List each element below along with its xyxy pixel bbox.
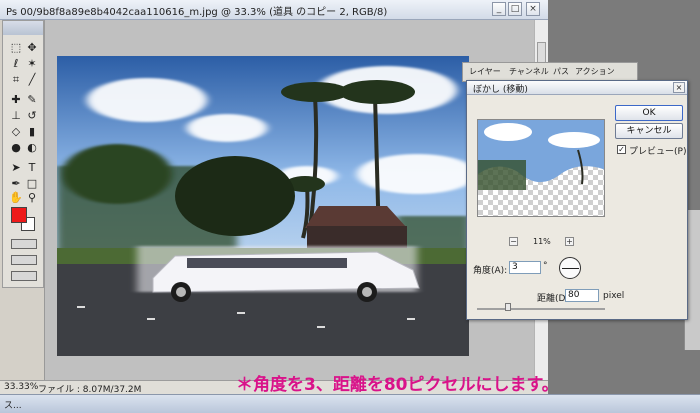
photoshop-window: Ps 00/9b8f8a89e8b4042caa110616_m.jpg @ 3… bbox=[0, 0, 700, 413]
tab-layers[interactable]: レイヤー bbox=[469, 66, 501, 77]
angle-input[interactable]: 3 bbox=[509, 261, 541, 274]
status-zoom: 33.33% bbox=[4, 382, 39, 392]
dialog-title: ぼかし (移動) bbox=[473, 85, 528, 95]
zoom-out-button[interactable]: − bbox=[509, 237, 518, 246]
preview-zoom-value: 11% bbox=[533, 237, 551, 246]
blur-tool-icon[interactable]: ● bbox=[9, 141, 23, 155]
path-select-icon[interactable]: ➤ bbox=[9, 161, 23, 175]
stamp-tool-icon[interactable]: ⊥ bbox=[9, 109, 23, 123]
imageready-button[interactable] bbox=[11, 271, 37, 281]
image-canvas[interactable] bbox=[57, 56, 469, 356]
zoom-in-button[interactable]: + bbox=[565, 237, 574, 246]
history-brush-icon[interactable]: ↺ bbox=[25, 109, 39, 123]
hand-tool-icon[interactable]: ✋ bbox=[9, 191, 23, 205]
angle-dial[interactable] bbox=[559, 257, 581, 279]
distance-input[interactable]: 80 bbox=[565, 289, 599, 302]
preview-image bbox=[478, 120, 604, 216]
quick-mask-button[interactable] bbox=[11, 239, 37, 249]
dodge-tool-icon[interactable]: ◐ bbox=[25, 141, 39, 155]
zoom-tool-icon[interactable]: ⚲ bbox=[25, 191, 39, 205]
cancel-button[interactable]: キャンセル bbox=[615, 123, 683, 139]
slice-tool-icon[interactable]: ╱ bbox=[25, 73, 39, 87]
tab-actions[interactable]: アクション bbox=[575, 66, 615, 77]
distance-slider-thumb[interactable] bbox=[505, 303, 511, 311]
document-titlebar: Ps 00/9b8f8a89e8b4042caa110616_m.jpg @ 3… bbox=[0, 0, 548, 20]
instruction-caption: ＊角度を3、距離を80ピクセルにします。 bbox=[236, 375, 559, 395]
magic-wand-icon[interactable]: ✶ bbox=[25, 57, 39, 71]
dialog-titlebar[interactable]: ぼかし (移動) × bbox=[467, 81, 687, 95]
foreground-color-swatch[interactable] bbox=[11, 207, 27, 223]
tab-channels[interactable]: チャンネル bbox=[509, 66, 549, 77]
preview-checkbox[interactable]: ✓ bbox=[617, 145, 626, 154]
healing-brush-icon[interactable]: ✚ bbox=[9, 93, 23, 107]
pen-tool-icon[interactable]: ✒ bbox=[9, 177, 23, 191]
blur-preview[interactable] bbox=[477, 119, 605, 217]
taskbar: ス... bbox=[0, 394, 700, 413]
angle-dial-indicator bbox=[562, 268, 579, 269]
taskbar-item[interactable]: ス... bbox=[4, 398, 22, 411]
shape-tool-icon[interactable]: □ bbox=[25, 177, 39, 191]
tab-paths[interactable]: パス bbox=[553, 66, 569, 77]
gradient-tool-icon[interactable]: ▮ bbox=[25, 125, 39, 139]
brush-tool-icon[interactable]: ✎ bbox=[25, 93, 39, 107]
distance-slider-track[interactable] bbox=[477, 308, 605, 310]
minimize-button[interactable]: _ bbox=[492, 2, 506, 16]
type-tool-icon[interactable]: T bbox=[25, 161, 39, 175]
move-tool-icon[interactable]: ✥ bbox=[25, 41, 39, 55]
tools-palette-header[interactable] bbox=[3, 21, 43, 35]
crop-tool-icon[interactable]: ⌗ bbox=[9, 73, 23, 87]
screen-mode-button[interactable] bbox=[11, 255, 37, 265]
document-title: Ps 00/9b8f8a89e8b4042caa110616_m.jpg @ 3… bbox=[6, 7, 388, 18]
angle-unit: ° bbox=[543, 261, 548, 271]
lasso-tool-icon[interactable]: ℓ bbox=[9, 57, 23, 71]
dialog-close-icon[interactable]: × bbox=[673, 82, 685, 93]
preview-checkbox-label: プレビュー(P) bbox=[629, 147, 687, 157]
distance-unit: pixel bbox=[603, 291, 625, 301]
ok-button[interactable]: OK bbox=[615, 105, 683, 121]
eraser-tool-icon[interactable]: ◇ bbox=[9, 125, 23, 139]
angle-label: 角度(A): bbox=[473, 266, 508, 276]
marquee-tool-icon[interactable]: ⬚ bbox=[9, 41, 23, 55]
tools-palette: ⬚ ✥ ℓ ✶ ⌗ ╱ ✚ ✎ ⊥ ↺ ◇ ▮ ● ◐ ➤ T ✒ □ ✋ ⚲ bbox=[2, 20, 44, 288]
limousine-photo bbox=[57, 56, 469, 356]
maximize-button[interactable]: □ bbox=[508, 2, 522, 16]
motion-blur-dialog: ぼかし (移動) × OK キャンセル ✓ プレビュー(P) − 11% + 角… bbox=[466, 80, 688, 320]
close-button[interactable]: × bbox=[526, 2, 540, 16]
layers-panel: レイヤー チャンネル パス アクション bbox=[462, 62, 638, 82]
